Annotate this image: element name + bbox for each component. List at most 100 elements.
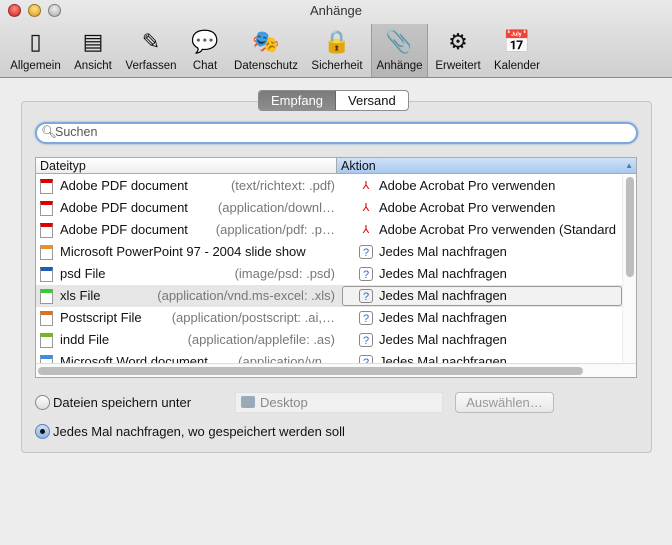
action-label: Jedes Mal nachfragen bbox=[379, 266, 507, 281]
action-label: Adobe Acrobat Pro verwenden bbox=[379, 200, 556, 215]
file-type-table: Dateityp Aktion ▲ Adobe PDF document (tex… bbox=[35, 157, 637, 378]
toolbar-item-label: Anhänge bbox=[376, 60, 423, 72]
mime-type: (application/vnd.ms-excel: .xls) bbox=[157, 288, 335, 303]
tab-empfang[interactable]: Empfang bbox=[259, 91, 337, 110]
toolbar-item-label: Chat bbox=[192, 60, 218, 72]
window-title: Anhänge bbox=[309, 3, 363, 18]
mime-type: (image/psd: .psd) bbox=[234, 266, 335, 281]
column-header-aktion-label: Aktion bbox=[341, 159, 376, 173]
file-type-name: Adobe PDF document bbox=[60, 200, 188, 215]
mime-type: (application/applefile: .as) bbox=[187, 332, 335, 347]
table-row[interactable]: psd File (image/psd: .psd)? Jedes Mal nach… bbox=[36, 263, 622, 285]
file-type-cell: Microsoft PowerPoint 97 - 2004 slide sho… bbox=[60, 241, 335, 263]
toolbar-item-label: Sicherheit bbox=[311, 60, 363, 72]
question-bubble-icon: ? bbox=[359, 245, 373, 259]
file-type-icon bbox=[40, 223, 53, 238]
action-label: Jedes Mal nachfragen bbox=[379, 332, 507, 347]
action-label: Jedes Mal nachfragen bbox=[379, 244, 507, 259]
switch-icon: ▯ bbox=[29, 29, 42, 54]
question-bubble-icon: ? bbox=[359, 267, 373, 281]
file-type-name: Adobe PDF document bbox=[60, 222, 188, 237]
file-type-cell: Adobe PDF document (application/downl… bbox=[60, 197, 335, 219]
acrobat-icon: ⅄ bbox=[362, 180, 370, 192]
radio-save-to-folder-label[interactable]: Dateien speichern unter bbox=[53, 395, 191, 410]
action-label: Jedes Mal nachfragen bbox=[379, 288, 507, 303]
question-bubble-icon: ? bbox=[359, 289, 373, 303]
file-type-cell: indd File (application/applefile: .as) bbox=[60, 329, 335, 351]
segmented-control: Empfang Versand bbox=[258, 90, 409, 111]
toolbar-item-erweitert[interactable]: ⚙ Erweitert bbox=[432, 24, 484, 77]
file-type-cell: Adobe PDF document (application/pdf: .p… bbox=[60, 219, 335, 241]
question-bubble-icon: ? bbox=[359, 333, 373, 347]
toolbar-item-kalender[interactable]: 📅 Kalender bbox=[490, 24, 544, 77]
search-placeholder: Suchen bbox=[55, 125, 98, 139]
file-type-icon bbox=[40, 201, 53, 216]
toolbar-item-datenschutz[interactable]: 🎭 Datenschutz bbox=[230, 24, 302, 77]
mime-type: (application/downl… bbox=[217, 200, 335, 215]
radio-ask-each-time-label[interactable]: Jedes Mal nachfragen, wo gespeichert wer… bbox=[53, 424, 345, 439]
file-type-cell: Adobe PDF document (text/richtext: .pdf) bbox=[60, 175, 335, 197]
toolbar-item-sicherheit[interactable]: 🔒 Sicherheit bbox=[308, 24, 366, 77]
radio-ask-each-time[interactable] bbox=[35, 424, 50, 439]
action-label: Adobe Acrobat Pro verwenden (Standard bbox=[379, 222, 617, 237]
mime-type: (application/pdf: .p… bbox=[215, 222, 335, 237]
speech-bubble-icon: 💬 bbox=[191, 29, 219, 54]
toolbar-item-label: Kalender bbox=[493, 60, 541, 72]
file-type-icon bbox=[40, 311, 53, 326]
action-label: Adobe Acrobat Pro verwenden bbox=[379, 178, 556, 193]
table-row[interactable]: Adobe PDF document (application/downl… ⅄ Ad… bbox=[36, 197, 622, 219]
table-row[interactable]: Adobe PDF document (application/pdf: .p… ⅄… bbox=[36, 219, 622, 241]
mime-type: (application/postscript: .ai,… bbox=[171, 310, 335, 325]
file-type-name: Adobe PDF document bbox=[60, 178, 188, 193]
mask-icon: 🎭 bbox=[252, 29, 280, 54]
pencil-icon: ✎ bbox=[141, 29, 161, 54]
file-type-cell: psd File (image/psd: .psd) bbox=[60, 263, 335, 285]
lock-icon: 🔒 bbox=[323, 29, 351, 54]
choose-folder-button[interactable]: Auswählen… bbox=[455, 392, 554, 413]
file-type-icon bbox=[40, 245, 53, 260]
horizontal-scroll-thumb[interactable] bbox=[38, 367, 583, 375]
file-type-icon bbox=[40, 179, 53, 194]
table-row[interactable]: Microsoft PowerPoint 97 - 2004 slide sho… bbox=[36, 241, 622, 263]
table-row[interactable]: Postscript File (application/postscript: … bbox=[36, 307, 622, 329]
calendar-icon: 📅 bbox=[503, 29, 531, 54]
toolbar-item-label: Erweitert bbox=[435, 60, 481, 72]
file-type-name: Postscript File bbox=[60, 310, 142, 325]
toolbar-item-label: Verfassen bbox=[125, 60, 177, 72]
toolbar-item-label: Allgemein bbox=[10, 60, 61, 72]
radio-save-to-folder[interactable] bbox=[35, 395, 50, 410]
column-header-aktion[interactable]: Aktion ▲ bbox=[336, 158, 636, 174]
toolbar-item-verfassen[interactable]: ✎ Verfassen bbox=[122, 24, 180, 77]
table-row[interactable]: indd File (application/applefile: .as)? Je… bbox=[36, 329, 622, 351]
action-label: Jedes Mal nachfragen bbox=[379, 310, 507, 325]
tab-versand[interactable]: Versand bbox=[336, 91, 408, 110]
file-type-icon bbox=[40, 267, 53, 282]
vertical-scrollbar[interactable] bbox=[622, 175, 636, 365]
acrobat-icon: ⅄ bbox=[362, 202, 370, 214]
file-type-name: indd File bbox=[60, 332, 110, 347]
question-bubble-icon: ? bbox=[359, 311, 373, 325]
window-icon: ▤ bbox=[82, 29, 104, 54]
search-input[interactable]: 🔍︎ Suchen bbox=[35, 122, 638, 144]
file-type-cell: Postscript File (application/postscript: … bbox=[60, 307, 335, 329]
horizontal-scrollbar[interactable] bbox=[36, 363, 636, 377]
sort-ascending-icon: ▲ bbox=[625, 161, 633, 170]
acrobat-app-icon: ⅄ bbox=[362, 224, 370, 236]
toolbar-item-allgemein[interactable]: ▯ Allgemein bbox=[8, 24, 63, 77]
folder-icon bbox=[241, 396, 255, 408]
toolbar-item-anhänge[interactable]: 📎 Anhänge bbox=[371, 24, 428, 77]
table-row[interactable]: Adobe PDF document (text/richtext: .pdf) ⅄… bbox=[36, 175, 622, 197]
toolbar-item-ansicht[interactable]: ▤ Ansicht bbox=[70, 24, 116, 77]
column-header-dateityp[interactable]: Dateityp bbox=[36, 158, 336, 174]
paperclip-icon: 📎 bbox=[385, 29, 414, 54]
table-row[interactable]: xls File (application/vnd.ms-excel: .xls)… bbox=[36, 285, 622, 307]
mime-type: (text/richtext: .pdf) bbox=[230, 178, 335, 193]
toolbar-item-label: Ansicht bbox=[74, 60, 112, 72]
file-type-icon bbox=[40, 289, 53, 304]
save-folder-field: Desktop bbox=[235, 392, 443, 413]
file-type-name: psd File bbox=[60, 266, 106, 281]
vertical-scroll-thumb[interactable] bbox=[626, 177, 634, 277]
file-type-name: Microsoft PowerPoint 97 - 2004 slide sho… bbox=[60, 244, 306, 259]
save-folder-value: Desktop bbox=[260, 395, 308, 410]
toolbar-item-chat[interactable]: 💬 Chat bbox=[186, 24, 224, 77]
